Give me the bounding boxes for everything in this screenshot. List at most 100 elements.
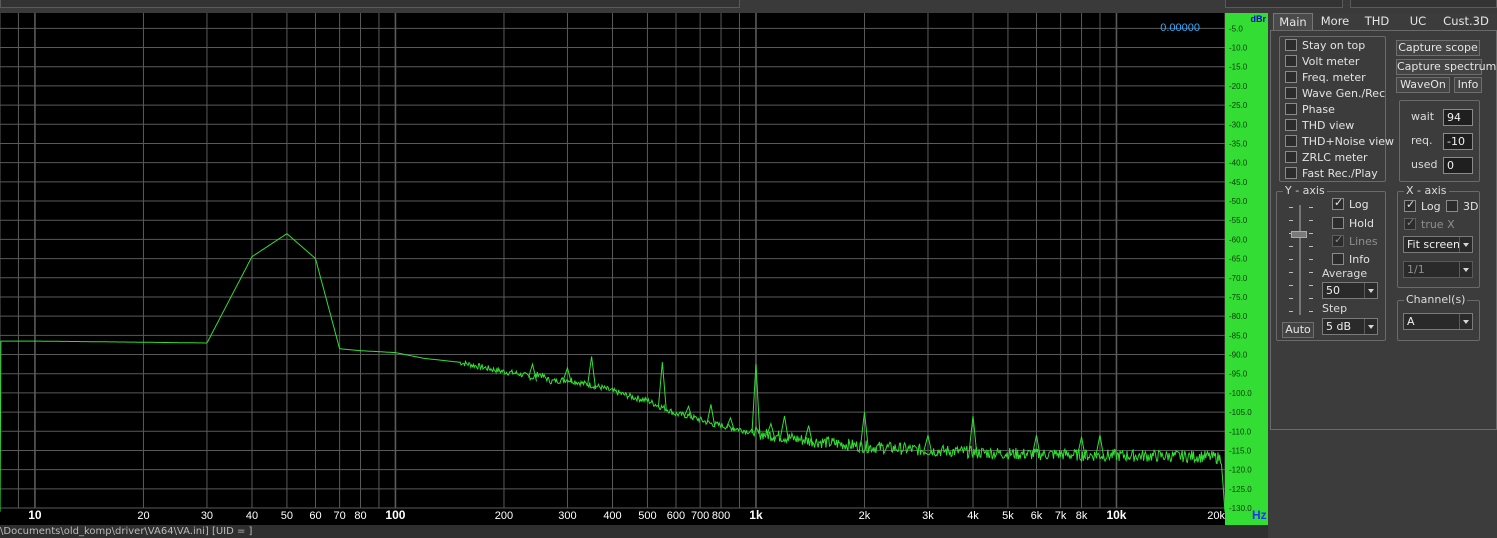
slider-tick	[1309, 246, 1313, 247]
thd-view-checkbox[interactable]: THD view	[1285, 117, 1354, 133]
chevron-down-icon[interactable]	[1364, 319, 1377, 334]
y-tick-label: -35.0	[1229, 139, 1248, 148]
checkbox-box[interactable]	[1285, 103, 1297, 115]
x-tick-label: 100	[385, 508, 405, 522]
spectrum-plot-area[interactable]: -5.0 -10.0 -15.0 -20.0 -25.0 -30.0 -35.0 -40.0 -…	[0, 13, 1268, 525]
top-toolbar-strip	[0, 0, 1497, 13]
tab-thd[interactable]: THD	[1357, 13, 1397, 30]
x-log-checkbox[interactable]: Log	[1404, 198, 1441, 214]
slider-tick	[1309, 233, 1313, 234]
used-field[interactable]: 0	[1443, 157, 1473, 174]
average-select[interactable]: 50	[1322, 282, 1378, 299]
slider-tick	[1309, 272, 1313, 273]
req-label: req.	[1411, 134, 1433, 147]
checkbox-box[interactable]	[1446, 200, 1458, 212]
phase-checkbox[interactable]: Phase	[1285, 101, 1335, 117]
y-info-checkbox[interactable]: Info	[1332, 251, 1370, 267]
step-select[interactable]: 5 dB	[1322, 318, 1378, 335]
tab-uc[interactable]: UC	[1400, 13, 1436, 30]
average-value: 50	[1326, 284, 1340, 297]
info-button[interactable]: Info	[1454, 77, 1482, 93]
checkbox-box	[1332, 233, 1344, 247]
chevron-down-icon[interactable]	[1459, 314, 1472, 329]
y-tick-label: -20.0	[1229, 82, 1248, 91]
checkbox-box[interactable]	[1285, 135, 1297, 147]
chevron-down-icon[interactable]	[1459, 237, 1472, 252]
capture-spectrum-button[interactable]: Capture spectrum	[1396, 59, 1496, 75]
checkbox-box[interactable]	[1332, 217, 1344, 229]
checkbox-box[interactable]	[1285, 55, 1297, 67]
freq-meter-checkbox[interactable]: Freq. meter	[1285, 69, 1366, 85]
x-tick-label: 700	[691, 510, 709, 522]
checkbox-box[interactable]	[1285, 151, 1297, 163]
chart-grid	[0, 13, 1226, 509]
top-toolbar-button[interactable]	[1350, 0, 1497, 8]
checkbox-box[interactable]	[1404, 198, 1416, 212]
tab-cust-3d[interactable]: Cust.3D	[1440, 13, 1492, 30]
spectrum-chart[interactable]: -5.0 -10.0 -15.0 -20.0 -25.0 -30.0 -35.0 -40.0 -…	[0, 13, 1268, 525]
checkbox-box[interactable]	[1285, 39, 1297, 51]
auto-button[interactable]: Auto	[1282, 322, 1314, 338]
checkbox-box[interactable]	[1285, 167, 1297, 179]
y-tick-label: -30.0	[1229, 120, 1248, 129]
chevron-down-icon	[1459, 262, 1472, 277]
y-tick-label: -110.0	[1229, 427, 1252, 436]
checkbox-box[interactable]	[1285, 119, 1297, 131]
spectrum-peak	[587, 356, 597, 390]
slider-tick	[1309, 207, 1313, 208]
y-hold-checkbox[interactable]: Hold	[1332, 215, 1374, 231]
capture-scope-button[interactable]: Capture scope	[1396, 40, 1480, 56]
x-tick-label: 4k	[967, 510, 979, 522]
slider-tick	[1289, 220, 1293, 221]
slider-tick	[1289, 285, 1293, 286]
x-tick-label: 800	[712, 510, 730, 522]
thd-noise-view-checkbox[interactable]: THD+Noise view	[1285, 133, 1394, 149]
checkbox-box[interactable]	[1285, 71, 1297, 83]
y-tick-label: -45.0	[1229, 178, 1248, 187]
ratio-select: 1/1	[1403, 261, 1473, 278]
chevron-down-icon[interactable]	[1364, 283, 1377, 298]
y-axis-slider-track[interactable]	[1299, 205, 1301, 315]
y-tick-label: -5.0	[1229, 24, 1243, 33]
ratio-value: 1/1	[1407, 263, 1425, 276]
slider-tick	[1309, 259, 1313, 260]
wave-gen-checkbox[interactable]: Wave Gen./Rec	[1285, 85, 1385, 101]
y-tick-label: -125.0	[1229, 485, 1252, 494]
checkbox-box[interactable]	[1332, 253, 1344, 265]
x-tick-label: 400	[603, 510, 621, 522]
stay-on-top-checkbox[interactable]: Stay on top	[1285, 37, 1365, 53]
checkbox-box[interactable]	[1332, 196, 1344, 210]
req-field[interactable]: -10	[1443, 133, 1473, 150]
top-toolbar-button[interactable]	[0, 0, 740, 8]
x-tick-label: 60	[309, 510, 321, 522]
channel-select[interactable]: A	[1403, 313, 1473, 330]
slider-tick	[1289, 272, 1293, 273]
top-toolbar-button[interactable]	[1225, 0, 1343, 8]
y-axis-slider-thumb[interactable]	[1291, 231, 1307, 238]
used-label: used	[1411, 158, 1438, 171]
step-label: Step	[1322, 302, 1348, 315]
x-tick-label: 30	[201, 510, 213, 522]
wait-label: wait	[1411, 110, 1435, 123]
y-axis-slider-ticks	[1289, 205, 1313, 315]
wave-on-button[interactable]: WaveOn	[1396, 77, 1450, 93]
tab-more[interactable]: More	[1315, 13, 1355, 30]
slider-tick	[1289, 207, 1293, 208]
x-tick-label: 50	[281, 510, 293, 522]
x-3d-checkbox[interactable]: 3D	[1446, 198, 1478, 214]
fast-rec-play-checkbox[interactable]: Fast Rec./Play	[1285, 165, 1378, 181]
average-label: Average	[1322, 267, 1368, 280]
spectrum-peak	[706, 404, 716, 428]
zrlc-meter-checkbox[interactable]: ZRLC meter	[1285, 149, 1368, 165]
readout-value: 0.00000	[1160, 22, 1200, 34]
y-tick-label: -105.0	[1229, 408, 1252, 417]
fit-screen-select[interactable]: Fit screen	[1403, 236, 1473, 253]
volt-meter-checkbox[interactable]: Volt meter	[1285, 53, 1359, 69]
checkbox-box[interactable]	[1285, 87, 1297, 99]
y-log-checkbox[interactable]: Log	[1332, 196, 1369, 212]
slider-tick	[1309, 220, 1313, 221]
tab-main[interactable]: Main	[1273, 13, 1313, 30]
x-tick-label: 80	[354, 510, 366, 522]
x-tick-label: 500	[638, 510, 656, 522]
wait-field[interactable]: 94	[1443, 109, 1473, 126]
